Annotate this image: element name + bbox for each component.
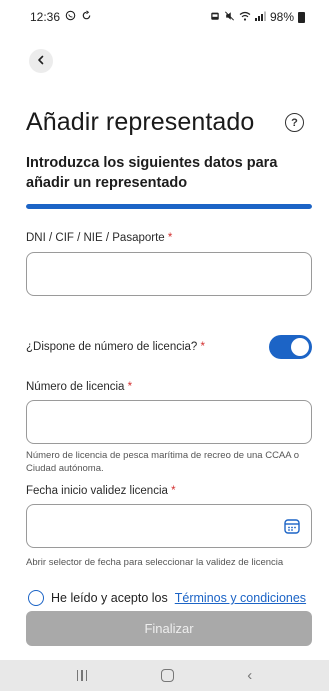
page-title: Añadir representado bbox=[26, 108, 255, 136]
license-toggle[interactable] bbox=[269, 335, 312, 359]
status-left: 12:36 bbox=[30, 10, 92, 24]
progress-bar bbox=[26, 204, 312, 209]
start-date-input[interactable] bbox=[27, 505, 311, 547]
system-nav-bar: ‹ bbox=[0, 660, 329, 691]
calendar-icon[interactable] bbox=[283, 517, 301, 535]
status-bar: 12:36 98% bbox=[0, 0, 329, 34]
start-date-helper: Abrir selector de fecha para seleccionar… bbox=[26, 557, 284, 568]
license-toggle-row: ¿Dispone de número de licencia? * bbox=[26, 334, 312, 360]
home-icon[interactable] bbox=[160, 669, 174, 682]
license-number-field[interactable] bbox=[26, 400, 312, 444]
recent-apps-icon[interactable] bbox=[76, 670, 88, 681]
license-number-helper: Número de licencia de pesca marítima de … bbox=[26, 450, 299, 474]
id-field[interactable] bbox=[26, 252, 312, 296]
progress-fill bbox=[26, 204, 312, 209]
terms-radio[interactable] bbox=[28, 590, 44, 606]
status-right: 98% bbox=[210, 10, 305, 24]
battery-icon bbox=[298, 11, 305, 23]
id-field-label: DNI / CIF / NIE / Pasaporte * bbox=[26, 232, 173, 244]
terms-text: He leído y acepto los bbox=[51, 591, 168, 605]
start-date-field[interactable] bbox=[26, 504, 312, 548]
id-input[interactable] bbox=[27, 253, 311, 295]
back-icon[interactable]: ‹ bbox=[247, 668, 252, 683]
status-time: 12:36 bbox=[30, 10, 61, 24]
whatsapp-icon bbox=[65, 10, 76, 24]
wifi-icon bbox=[239, 11, 251, 24]
license-number-label: Número de licencia * bbox=[26, 381, 133, 393]
chevron-left-icon bbox=[36, 52, 46, 70]
battery-level: 98% bbox=[269, 10, 294, 24]
license-toggle-label: ¿Dispone de número de licencia? * bbox=[26, 341, 206, 353]
sync-icon bbox=[81, 10, 92, 24]
terms-row: He leído y acepto los Términos y condici… bbox=[28, 589, 318, 607]
alarm-icon bbox=[210, 11, 220, 24]
mute-icon bbox=[224, 10, 235, 24]
page-subtitle: Introduzca los siguientes datos para aña… bbox=[26, 155, 278, 191]
title-row: Añadir representado ? bbox=[26, 108, 308, 137]
question-circle-icon[interactable]: ? bbox=[285, 113, 304, 132]
signal-icon bbox=[254, 11, 266, 24]
back-button[interactable] bbox=[29, 49, 53, 73]
license-number-input[interactable] bbox=[27, 401, 311, 443]
start-date-label: Fecha inicio validez licencia * bbox=[26, 485, 176, 497]
terms-link[interactable]: Términos y condiciones bbox=[175, 591, 306, 605]
toggle-knob bbox=[291, 338, 309, 356]
finish-button[interactable]: Finalizar bbox=[26, 611, 312, 646]
